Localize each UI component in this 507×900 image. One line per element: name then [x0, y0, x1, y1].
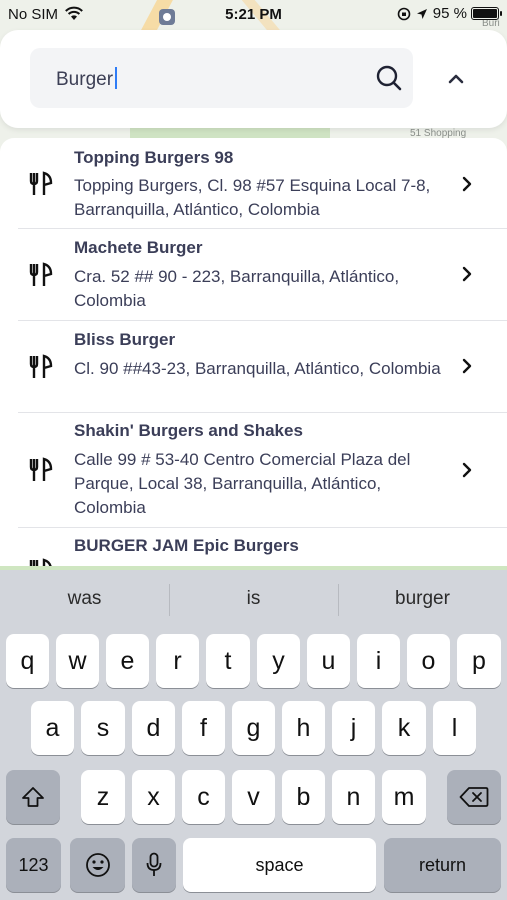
shift-icon [22, 787, 44, 807]
text-caret [115, 67, 118, 89]
key-letter[interactable]: s [81, 701, 125, 755]
key-letter[interactable]: n [332, 770, 375, 824]
key-letter[interactable]: y [257, 634, 300, 688]
key-letter[interactable]: g [232, 701, 275, 755]
key-letter[interactable]: z [81, 770, 125, 824]
chevron-right-icon [462, 176, 472, 192]
battery-percent: 95 % [432, 5, 467, 22]
list-item[interactable]: Shakin' Burgers and Shakes Calle 99 # 53… [0, 413, 507, 528]
list-item[interactable]: Bliss Burger Cl. 90 ##43-23, Barranquill… [0, 321, 507, 413]
key-letter[interactable]: t [206, 634, 250, 688]
battery-icon [471, 7, 502, 20]
key-letter[interactable]: p [457, 634, 501, 688]
key-letter[interactable]: e [106, 634, 149, 688]
key-letter[interactable]: j [332, 701, 375, 755]
space-key[interactable]: space [183, 838, 376, 892]
fork-knife-icon [29, 262, 53, 286]
key-letter[interactable]: m [382, 770, 426, 824]
keyboard: was is burger q w e r t y u i o p a s d … [0, 570, 507, 900]
list-item[interactable]: Machete Burger Cra. 52 ## 90 - 223, Barr… [0, 229, 507, 321]
key-letter[interactable]: k [382, 701, 426, 755]
key-letter[interactable]: w [56, 634, 99, 688]
result-address: Calle 99 # 53-40 Centro Comercial Plaza … [74, 450, 411, 517]
result-address: Topping Burgers, Cl. 98 #57 Esquina Loca… [74, 176, 431, 219]
chevron-up-icon [448, 74, 464, 84]
emoji-key[interactable] [70, 838, 125, 892]
status-bar: No SIM 5:21 PM 95 % [0, 0, 507, 30]
key-letter[interactable]: x [132, 770, 175, 824]
fork-knife-icon [29, 558, 52, 566]
fork-knife-icon [29, 171, 53, 195]
key-letter[interactable]: c [182, 770, 225, 824]
key-letter[interactable]: h [282, 701, 325, 755]
shift-key[interactable] [6, 770, 60, 824]
search-icon[interactable] [375, 64, 403, 92]
emoji-icon [85, 853, 110, 877]
chevron-right-icon [462, 358, 472, 374]
search-results-list: Topping Burgers 98 Topping Burgers, Cl. … [0, 138, 507, 566]
chevron-right-icon [462, 266, 472, 282]
result-title: Topping Burgers 98 [74, 148, 234, 167]
key-letter[interactable]: b [282, 770, 325, 824]
return-key[interactable]: return [384, 838, 501, 892]
location-arrow-icon [416, 8, 427, 19]
numbers-key[interactable]: 123 [6, 838, 61, 892]
dictation-key[interactable] [132, 838, 176, 892]
key-letter[interactable]: l [433, 701, 476, 755]
keyboard-suggestions: was is burger [0, 570, 507, 632]
result-title: Bliss Burger [74, 330, 176, 349]
list-item[interactable]: Topping Burgers 98 Topping Burgers, Cl. … [0, 138, 507, 229]
key-letter[interactable]: o [407, 634, 450, 688]
result-title: Machete Burger [74, 238, 203, 257]
status-right-group: 95 % [397, 5, 502, 22]
key-letter[interactable]: v [232, 770, 275, 824]
key-letter[interactable]: d [132, 701, 175, 755]
suggestion-item[interactable]: was [0, 588, 169, 610]
chevron-right-icon [462, 462, 472, 478]
suggestion-item[interactable]: burger [338, 588, 507, 610]
key-letter[interactable]: r [156, 634, 199, 688]
result-address: Cl. 90 ##43-23, Barranquilla, Atlántico,… [74, 359, 441, 378]
backspace-key[interactable] [447, 770, 501, 824]
key-letter[interactable]: u [307, 634, 350, 688]
key-letter[interactable]: i [357, 634, 400, 688]
microphone-icon [146, 852, 162, 876]
collapse-button[interactable] [440, 63, 472, 95]
search-card: Burger [0, 30, 507, 128]
result-title: Shakin' Burgers and Shakes [74, 421, 303, 440]
search-query: Burger [56, 69, 114, 90]
key-letter[interactable]: a [31, 701, 74, 755]
result-address: Cra. 52 ## 90 - 223, Barranquilla, Atlán… [74, 267, 400, 310]
key-letter[interactable]: f [182, 701, 225, 755]
search-input[interactable]: Burger [30, 48, 413, 108]
backspace-icon [459, 787, 489, 807]
result-title: BURGER JAM Epic Burgers [74, 536, 299, 555]
fork-knife-icon [29, 457, 53, 481]
suggestion-item[interactable]: is [169, 588, 338, 610]
key-letter[interactable]: q [6, 634, 49, 688]
fork-knife-icon [29, 354, 53, 378]
orientation-lock-icon [397, 7, 411, 20]
list-item[interactable]: BURGER JAM Epic Burgers [0, 528, 507, 566]
